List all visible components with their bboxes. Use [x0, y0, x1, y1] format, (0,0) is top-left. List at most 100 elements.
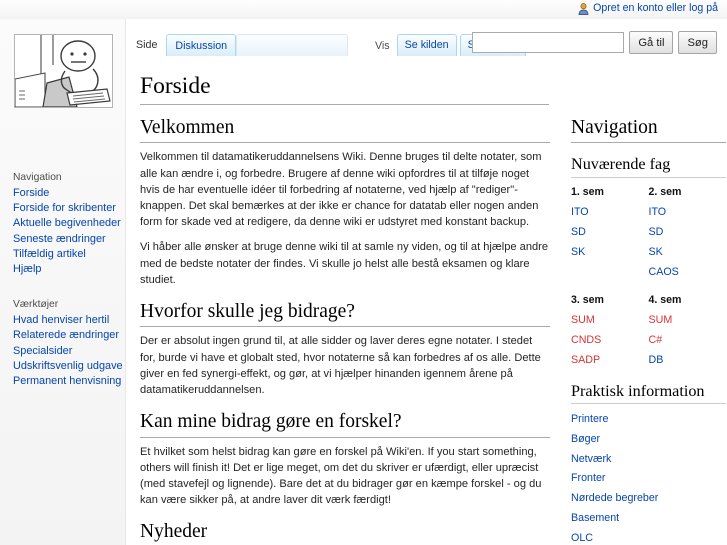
left-sidebar: Navigation Forside Forside for skribente…	[0, 19, 126, 545]
section-heading-nyheder: Nyheder	[140, 520, 550, 545]
sidebar-item-relaterede-aendringer[interactable]: Relaterede ændringer	[0, 328, 125, 343]
views-label: Vis	[375, 40, 390, 52]
right-navigation-column: Navigation Nuværende fag 1. sem 2. sem I…	[571, 116, 726, 545]
list-item: Printere	[571, 409, 726, 429]
search-input[interactable]	[472, 32, 625, 53]
subject-link-sd-2[interactable]: SD	[649, 226, 664, 238]
sidebar-item-forside[interactable]: Forside	[0, 186, 125, 201]
tab-diskussion[interactable]: Diskussion	[166, 34, 237, 56]
list-item: Relaterede ændringer	[0, 328, 125, 343]
portlet-heading-tools: Værktøjer	[13, 299, 59, 311]
article-body: Velkommen Velkommen til datamatikeruddan…	[140, 116, 550, 545]
paragraph: Et hvilket som helst bidrag kan gøre en …	[140, 445, 542, 507]
practical-link-olc[interactable]: OLC	[571, 532, 593, 544]
tab-side-label: Side	[136, 39, 158, 51]
practical-link-noerdede-begreber[interactable]: Nørdede begreber	[571, 492, 658, 504]
list-item: Permanent henvisning	[0, 374, 125, 389]
sidebar-item-forside-for-skribenter[interactable]: Forside for skribenter	[0, 201, 125, 216]
sidebar-item-hjaelp[interactable]: Hjælp	[0, 262, 125, 277]
portlet-heading-navigation: Navigation	[13, 172, 62, 183]
semester-cell-3: SUM CNDS SADP	[571, 310, 649, 370]
semester-header-4: 4. sem	[648, 293, 682, 306]
list-item: Forside for skribenter	[0, 201, 125, 216]
tab-side[interactable]: Side	[127, 34, 167, 56]
subject-link-sadp[interactable]: SADP	[571, 354, 600, 366]
semester-header-3: 3. sem	[571, 293, 604, 306]
list-item: Seneste ændringer	[0, 232, 125, 247]
sidebar-portlet-tools: Værktøjer Hvad henviser hertil Relatered…	[0, 299, 125, 389]
table-spacer-row	[571, 282, 726, 291]
practical-link-fronter[interactable]: Fronter	[571, 472, 605, 484]
tab-diskussion-label[interactable]: Diskussion	[175, 40, 227, 52]
semester-cell-1: ITO SD SK	[571, 202, 649, 282]
subject-link-sk-2[interactable]: SK	[649, 246, 663, 258]
personal-toolbar: Opret en konto eller log på	[0, 0, 727, 19]
subject-link-sum-3[interactable]: SUM	[571, 314, 595, 326]
list-item: Hvad henviser hertil	[0, 313, 125, 328]
sidebar-item-specialsider[interactable]: Specialsider	[0, 344, 125, 359]
list-item: Tilfældig artikel	[0, 247, 125, 262]
search-button[interactable]: Søg	[678, 31, 717, 54]
list-item: Basement	[571, 508, 726, 528]
tab-filler	[236, 34, 349, 56]
subject-link-cnds[interactable]: CNDS	[571, 334, 601, 346]
section-heading-hvorfor-bidrage: Hvorfor skulle jeg bidrage?	[140, 300, 550, 328]
user-avatar-icon	[578, 3, 589, 15]
table-row: SUM CNDS SADP SUM C# DB	[571, 310, 726, 370]
subject-link-ito-1[interactable]: ITO	[571, 206, 589, 218]
table-row: 1. sem 2. sem	[571, 183, 726, 202]
search-form: Gå til Søg	[472, 31, 717, 54]
semester-cell-2: ITO SD SK CAOS	[649, 202, 727, 282]
list-item: OLC	[571, 528, 726, 545]
subject-link-ito-2[interactable]: ITO	[649, 206, 667, 218]
semester-table: 1. sem 2. sem ITO SD SK ITO SD SK CAOS 3…	[571, 183, 726, 370]
paragraph: Velkommen til datamatikeruddannelsens Wi…	[140, 151, 542, 229]
list-item: Fronter	[571, 468, 726, 488]
sidebar-item-hvad-henviser-hertil[interactable]: Hvad henviser hertil	[0, 313, 125, 328]
tab-se-kilden-label[interactable]: Se kilden	[405, 39, 449, 51]
practical-link-netvaerk[interactable]: Netværk	[571, 453, 611, 465]
subject-link-db[interactable]: DB	[649, 354, 664, 366]
login-link[interactable]: Opret en konto eller log på	[593, 2, 718, 14]
practical-link-printere[interactable]: Printere	[571, 413, 608, 425]
sidebar-item-seneste-aendringer[interactable]: Seneste ændringer	[0, 232, 125, 247]
content-area: Forside Velkommen Velkommen til datamati…	[127, 64, 727, 545]
sidebar-item-udskriftsvenlig-udgave[interactable]: Udskriftsvenlig udgave	[0, 359, 125, 374]
subject-link-sd-1[interactable]: SD	[571, 226, 586, 238]
logo-container[interactable]	[0, 19, 126, 122]
list-item: Forside	[0, 186, 125, 201]
semester-cell-4: SUM C# DB	[649, 310, 727, 370]
section-heading-praktisk-information: Praktisk information	[571, 382, 726, 405]
section-heading-navigation: Navigation	[571, 116, 726, 144]
practical-link-boeger[interactable]: Bøger	[571, 433, 600, 445]
personal-tools: Opret en konto eller log på	[578, 2, 718, 15]
list-item: Specialsider	[0, 344, 125, 359]
sidebar-item-aktuelle-begivenheder[interactable]: Aktuelle begivenheder	[0, 216, 125, 231]
subject-link-caos[interactable]: CAOS	[649, 266, 679, 278]
content-columns: Velkommen Velkommen til datamatikeruddan…	[127, 116, 727, 545]
page-title: Forside	[140, 73, 549, 106]
practical-info-list: Printere Bøger Netværk Fronter Nørdede b…	[571, 409, 726, 545]
subject-link-csharp[interactable]: C#	[649, 334, 663, 346]
section-heading-velkommen: Velkommen	[140, 116, 550, 144]
sidebar-item-tilfaeldig-artikel[interactable]: Tilfældig artikel	[0, 247, 125, 262]
go-button[interactable]: Gå til	[629, 31, 674, 54]
semester-header-1: 1. sem	[571, 185, 604, 198]
wiki-logo-image	[13, 33, 113, 108]
section-heading-forskel: Kan mine bidrag gøre en forskel?	[140, 410, 550, 438]
page-action-bar: Side Diskussion Vis Se kilden Se histori…	[127, 19, 727, 64]
namespace-tabs: Side Diskussion	[127, 33, 349, 56]
practical-link-basement[interactable]: Basement	[571, 512, 619, 524]
paragraph: Vi håber alle ønsker at bruge denne wiki…	[140, 241, 549, 286]
list-item: Netværk	[571, 449, 726, 469]
subject-link-sum-4[interactable]: SUM	[649, 314, 673, 326]
sidebar-item-permanent-henvisning[interactable]: Permanent henvisning	[0, 374, 125, 389]
paragraph: Der er absolut ingen grund til, at alle …	[140, 335, 541, 397]
subject-link-sk-1[interactable]: SK	[571, 246, 585, 258]
semester-header-2: 2. sem	[648, 185, 682, 198]
table-row: 3. sem 4. sem	[571, 291, 726, 310]
section-heading-nuvaerende-fag: Nuværende fag	[571, 155, 726, 178]
tab-se-kilden[interactable]: Se kilden	[396, 34, 457, 56]
list-item: Udskriftsvenlig udgave	[0, 359, 125, 374]
portlet-list-tools: Hvad henviser hertil Relaterede ændringe…	[0, 313, 125, 389]
